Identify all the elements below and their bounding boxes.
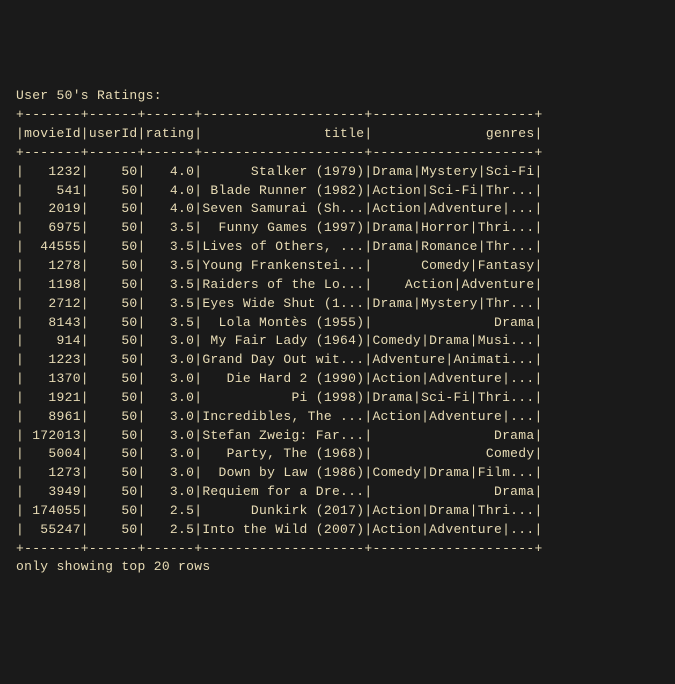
terminal-output: User 50's Ratings: +-------+------+-----… bbox=[16, 87, 659, 577]
